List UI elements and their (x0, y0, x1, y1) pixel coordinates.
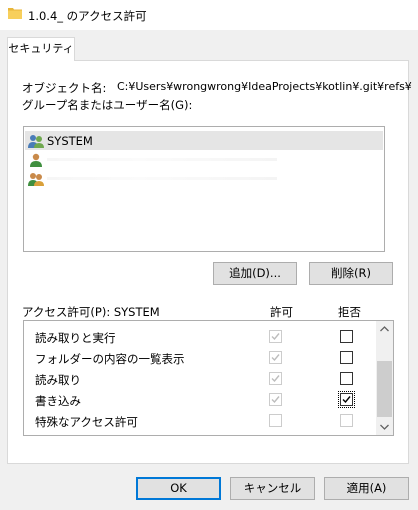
allow-checkbox (269, 330, 282, 343)
permission-name: 読み取り (35, 373, 81, 387)
object-name-value: C:¥Users¥wrongwrong¥IdeaProjects¥kotlin¥… (117, 80, 412, 93)
user-name: SYSTEM (47, 134, 93, 148)
permission-name: 書き込み (35, 394, 81, 408)
allow-header: 許可 (270, 305, 293, 319)
object-name-label: オブジェクト名: (22, 81, 107, 95)
allow-checkbox (269, 393, 282, 406)
allow-checkbox (269, 351, 282, 364)
deny-checkbox[interactable] (338, 391, 355, 408)
permissions-label: アクセス許可(P): SYSTEM (22, 305, 160, 319)
user-row-system[interactable]: SYSTEM (25, 131, 383, 150)
deny-header: 拒否 (338, 305, 361, 319)
title-bar: 1.0.4_ のアクセス許可 (0, 0, 418, 30)
permissions-list[interactable]: 読み取りと実行 フォルダーの内容の一覧表示 読み取り 書き込み 特殊なアクセス許… (23, 320, 394, 436)
permission-row: フォルダーの内容の一覧表示 (24, 347, 378, 368)
allow-checkbox (269, 414, 282, 427)
permission-row: 読み取り (24, 368, 378, 389)
user-row[interactable] (25, 169, 383, 188)
permission-name: フォルダーの内容の一覧表示 (35, 352, 185, 366)
deny-checkbox[interactable] (340, 372, 353, 385)
permission-name: 特殊なアクセス許可 (35, 415, 138, 429)
scroll-up-arrow-icon[interactable] (376, 321, 393, 338)
single-user-icon (28, 152, 44, 168)
redacted-name (47, 177, 277, 180)
permission-row: 読み取りと実行 (24, 326, 378, 347)
scrollbar-thumb[interactable] (377, 361, 392, 417)
deny-checkbox (340, 414, 353, 427)
apply-button[interactable]: 適用(A) (324, 477, 409, 500)
permission-row: 特殊なアクセス許可 (24, 410, 378, 431)
deny-checkbox[interactable] (340, 330, 353, 343)
ok-button[interactable]: OK (136, 477, 221, 500)
cancel-button[interactable]: キャンセル (230, 477, 315, 500)
groups-label: グループ名またはユーザー名(G): (22, 98, 193, 112)
tab-security[interactable]: セキュリティ (7, 37, 75, 61)
deny-checkbox[interactable] (340, 351, 353, 364)
users-listbox[interactable]: SYSTEM (23, 126, 385, 252)
allow-checkbox (269, 372, 282, 385)
user-row[interactable] (25, 150, 383, 169)
scroll-down-arrow-icon[interactable] (376, 418, 393, 435)
add-button[interactable]: 追加(D)... (213, 262, 297, 285)
window-title: 1.0.4_ のアクセス許可 (28, 9, 147, 23)
permission-name: 読み取りと実行 (35, 331, 116, 345)
group-users-icon (28, 171, 44, 187)
remove-button[interactable]: 削除(R) (309, 262, 393, 285)
permissions-scrollbar[interactable] (376, 321, 393, 435)
group-users-icon (28, 133, 44, 149)
redacted-name (47, 158, 277, 161)
folder-icon (8, 7, 22, 19)
permission-row: 書き込み (24, 389, 378, 410)
